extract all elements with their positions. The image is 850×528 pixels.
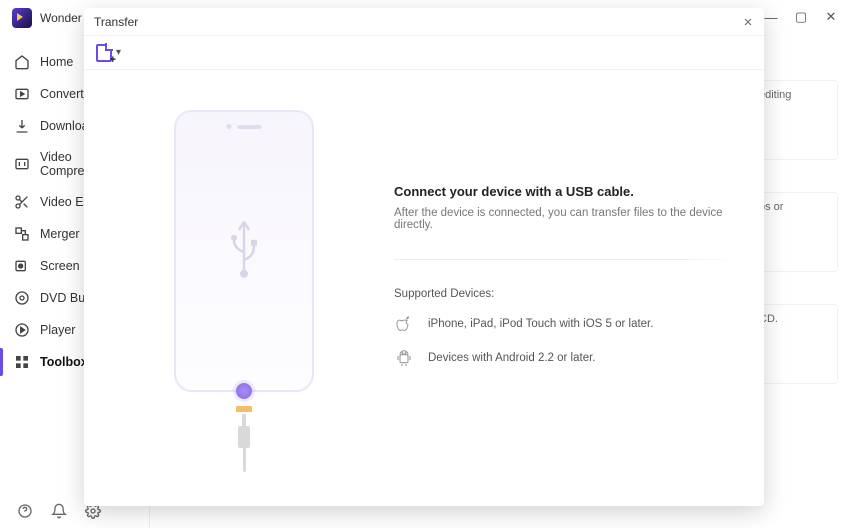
window-close-button[interactable]: ✕ [818,4,844,30]
play-icon [14,322,30,338]
modal-close-button[interactable] [738,12,758,32]
converter-icon [14,86,30,102]
merger-icon [14,226,30,242]
info-panel: Connect your device with a USB cable. Af… [394,100,734,486]
cable-icon [238,414,250,472]
sidebar-item-label: Toolbox [40,355,88,369]
info-headline: Connect your device with a USB cable. [394,184,734,199]
sidebar-item-label: Merger [40,227,80,241]
toolbox-icon [14,354,30,370]
modal-toolbar: ▾ [84,36,764,70]
window-maximize-button[interactable]: ▢ [788,4,814,30]
supported-device-text: Devices with Android 2.2 or later. [428,352,595,364]
info-subtext: After the device is connected, you can t… [394,207,734,231]
device-illustration [124,100,364,486]
home-icon [14,54,30,70]
modal-header: Transfer [84,8,764,36]
supported-device-text: iPhone, iPad, iPod Touch with iOS 5 or l… [428,318,653,330]
app-logo-icon [12,8,32,28]
add-file-button[interactable]: ▾ [96,44,121,62]
disc-icon [14,290,30,306]
scissors-icon [14,194,30,210]
help-button[interactable] [14,500,36,522]
supported-device-android: Devices with Android 2.2 or later. [394,348,734,368]
add-document-icon [96,44,112,62]
android-icon [394,348,414,368]
usb-icon [224,216,264,280]
supported-device-ios: iPhone, iPad, iPod Touch with iOS 5 or l… [394,314,734,334]
phone-icon [174,110,314,392]
record-icon [14,258,30,274]
sidebar-item-label: Player [40,323,75,337]
download-icon [14,118,30,134]
divider [394,259,734,260]
transfer-modal: Transfer ▾ [84,8,764,506]
app-title: Wonder [40,11,82,25]
compress-icon [14,156,30,172]
supported-devices-label: Supported Devices: [394,288,734,300]
notifications-button[interactable] [48,500,70,522]
chevron-down-icon: ▾ [116,47,121,58]
sidebar-item-label: Home [40,55,73,69]
apple-icon [394,314,414,334]
modal-title: Transfer [94,15,138,29]
close-icon [742,16,754,28]
